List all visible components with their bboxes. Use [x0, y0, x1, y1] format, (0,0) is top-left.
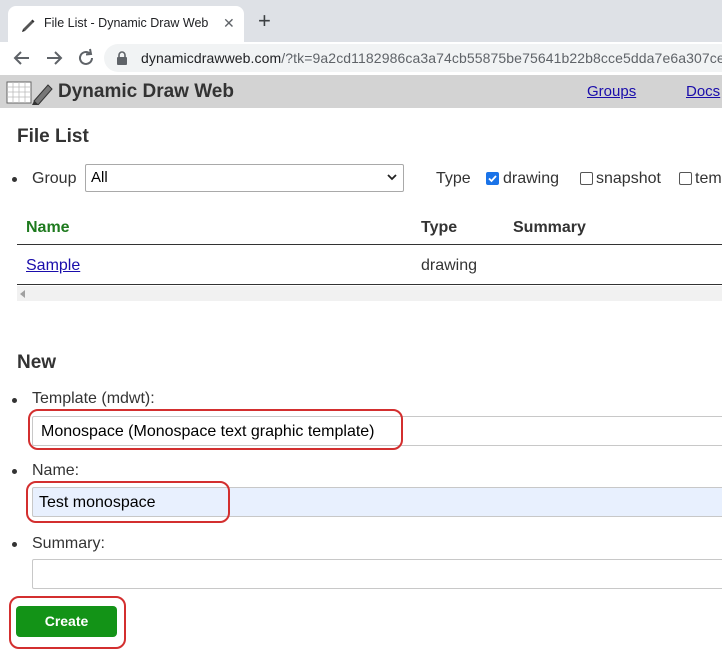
- name-label: Name:: [32, 462, 80, 479]
- row-divider: [17, 284, 722, 285]
- header-divider: [17, 244, 722, 245]
- app-title: Dynamic Draw Web: [58, 81, 234, 102]
- file-name-link[interactable]: Sample: [26, 257, 80, 275]
- type-template-checkbox[interactable]: [679, 172, 692, 185]
- type-snapshot-label: snapshot: [596, 170, 661, 187]
- name-value: Test monospace: [39, 494, 156, 511]
- name-field[interactable]: Test monospace: [32, 487, 722, 517]
- type-snapshot-checkbox[interactable]: [580, 172, 593, 185]
- template-value: Monospace (Monospace text graphic templa…: [41, 423, 375, 440]
- group-select[interactable]: All: [85, 164, 404, 192]
- file-list-heading: File List: [17, 126, 89, 147]
- reload-icon[interactable]: [75, 47, 97, 69]
- template-field[interactable]: Monospace (Monospace text graphic templa…: [32, 416, 722, 446]
- forward-arrow-icon[interactable]: [43, 47, 65, 69]
- back-arrow-icon[interactable]: [11, 47, 33, 69]
- template-label: Template (mdwt):: [32, 390, 155, 407]
- type-template-label: tem: [695, 170, 722, 187]
- new-heading: New: [17, 352, 57, 373]
- file-type-cell: drawing: [421, 257, 478, 274]
- summary-label: Summary:: [32, 535, 105, 552]
- new-tab-button[interactable]: +: [258, 9, 271, 33]
- browser-tab-bar: File List - Dynamic Draw Web ✕ +: [0, 0, 722, 42]
- checkmark-icon: [488, 175, 497, 183]
- group-select-value: All: [91, 169, 108, 186]
- group-label: Group: [32, 170, 77, 187]
- nav-link-docs[interactable]: Docs: [686, 83, 720, 100]
- url-text: dynamicdrawweb.com/?tk=9a2cd1182986ca3a7…: [141, 50, 722, 66]
- url-path: /?tk=9a2cd1182986ca3a74cb55875be75641b22…: [281, 50, 722, 66]
- list-bullet: [12, 398, 17, 403]
- list-bullet: [12, 469, 17, 474]
- browser-tab[interactable]: File List - Dynamic Draw Web ✕: [8, 6, 244, 42]
- pencil-icon: [22, 19, 35, 32]
- browser-toolbar: dynamicdrawweb.com/?tk=9a2cd1182986ca3a7…: [0, 42, 722, 75]
- type-label: Type: [436, 170, 471, 187]
- type-drawing-checkbox[interactable]: [486, 172, 499, 185]
- nav-link-groups[interactable]: Groups: [587, 83, 636, 100]
- type-drawing-label: drawing: [503, 170, 560, 187]
- horizontal-scrollbar[interactable]: [17, 286, 722, 301]
- scroll-left-arrow-icon[interactable]: [20, 290, 26, 298]
- lock-icon: [117, 51, 127, 65]
- url-host: dynamicdrawweb.com: [141, 50, 282, 66]
- column-header-name[interactable]: Name: [26, 219, 70, 237]
- chevron-down-icon: [387, 174, 397, 181]
- column-header-summary[interactable]: Summary: [513, 219, 586, 237]
- list-bullet: [12, 542, 17, 547]
- app-header: Dynamic Draw Web Groups Docs: [0, 75, 722, 108]
- tab-title: File List - Dynamic Draw Web: [44, 16, 209, 30]
- summary-field[interactable]: [32, 559, 722, 589]
- list-bullet: [12, 177, 17, 182]
- create-button[interactable]: Create: [16, 606, 117, 637]
- close-tab-icon[interactable]: ✕: [223, 15, 235, 31]
- app-logo-icon: [6, 81, 53, 105]
- column-header-type[interactable]: Type: [421, 219, 457, 237]
- address-bar[interactable]: dynamicdrawweb.com/?tk=9a2cd1182986ca3a7…: [104, 44, 722, 72]
